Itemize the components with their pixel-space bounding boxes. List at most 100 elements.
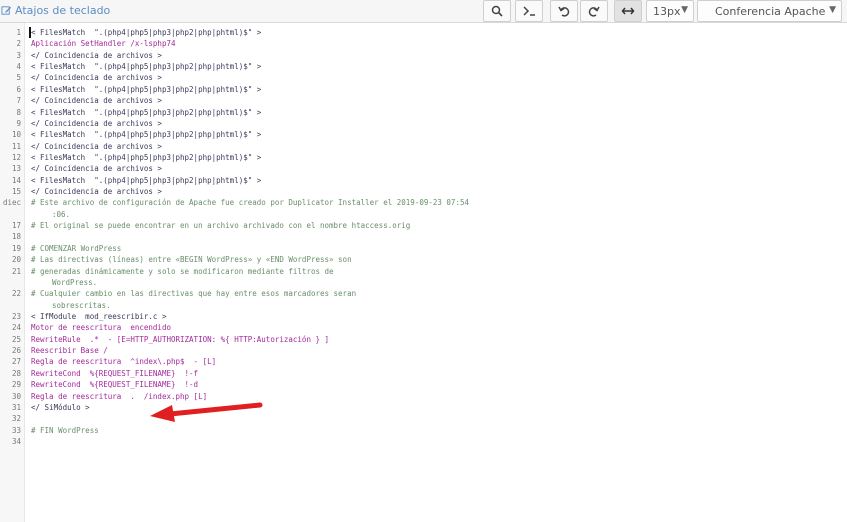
code-lines: 1 < FilesMatch ".(php4|php5|php3|php2|php…	[0, 27, 847, 447]
line-number: 28	[11, 368, 21, 378]
code-line[interactable]: 32	[0, 413, 847, 424]
code-line[interactable]: 14 < FilesMatch ".(php4|php5|php3|php2|ph…	[0, 175, 847, 186]
undo-button[interactable]	[550, 0, 578, 22]
line-number: 15	[11, 187, 21, 197]
goto-line-button[interactable]	[515, 0, 543, 22]
line-text: </ Coincidencia de archivos >	[31, 141, 162, 151]
line-number: 34	[11, 436, 21, 446]
search-button[interactable]	[483, 0, 511, 22]
red-arrow-annotation	[150, 402, 263, 422]
mode-select[interactable]: Conferencia Apache ▼	[697, 0, 842, 22]
code-line[interactable]: 20 # Las directivas (líneas) entre «BEGIN…	[0, 254, 847, 265]
line-text: </ Coincidencia de archivos >	[31, 50, 162, 60]
line-text: :06.	[52, 209, 71, 219]
code-line[interactable]: 27 Regla de reescritura ^index\.php$ - [L…	[0, 356, 847, 367]
line-number: 29	[11, 380, 21, 390]
redo-button[interactable]	[580, 0, 608, 22]
line-number: diec	[3, 198, 22, 208]
code-line[interactable]: :06.	[0, 209, 847, 220]
line-number: 19	[11, 243, 21, 253]
line-text: Motor de reescritura encendido	[31, 323, 171, 333]
code-line[interactable]: 1 < FilesMatch ".(php4|php5|php3|php2|php…	[0, 27, 847, 38]
code-line[interactable]: 4 < FilesMatch ".(php4|php5|php3|php2|php…	[0, 61, 847, 72]
code-line[interactable]: 5 </ Coincidencia de archivos >	[0, 72, 847, 83]
line-text: < FilesMatch ".(php4|php5|php3|php2|php|…	[31, 175, 262, 185]
code-line[interactable]: 26 Reescribir Base /	[0, 345, 847, 356]
line-number: 32	[11, 414, 21, 424]
code-line[interactable]: 22 # Cualquier cambio en las directivas q…	[0, 288, 847, 299]
line-number: 33	[11, 425, 21, 435]
line-number: 23	[11, 311, 21, 321]
wrap-toggle-button[interactable]	[614, 0, 642, 22]
line-number: 17	[11, 221, 21, 231]
line-text: # generadas dinámicamente y solo se modi…	[31, 266, 334, 276]
code-line[interactable]: 2 Aplicación SetHandler /x-lsphp74	[0, 38, 847, 49]
line-number: 14	[11, 175, 21, 185]
code-line[interactable]: 23 < IfModule mod_reescribir.c >	[0, 311, 847, 322]
code-line[interactable]: 17 # El original se puede encontrar en un…	[0, 220, 847, 231]
code-line[interactable]: 18	[0, 231, 847, 242]
line-number: 9	[16, 118, 21, 128]
code-line[interactable]: 12 < FilesMatch ".(php4|php5|php3|php2|ph…	[0, 152, 847, 163]
line-text: RewriteRule .* - [E=HTTP_AUTHORIZATION: …	[31, 334, 330, 344]
line-number: 24	[11, 323, 21, 333]
line-text: < FilesMatch ".(php4|php5|php3|php2|php|…	[31, 84, 262, 94]
line-text: < FilesMatch ".(php4|php5|php3|php2|php|…	[31, 28, 262, 37]
line-text: WordPress.	[52, 277, 98, 287]
code-line[interactable]: 3 </ Coincidencia de archivos >	[0, 50, 847, 61]
line-text: </ Coincidencia de archivos >	[31, 118, 162, 128]
code-line[interactable]: 13 </ Coincidencia de archivos >	[0, 163, 847, 174]
code-line[interactable]: WordPress.	[0, 277, 847, 288]
line-number: 10	[11, 130, 21, 140]
code-line[interactable]: 33 # FIN WordPress	[0, 425, 847, 436]
line-number: 31	[11, 402, 21, 412]
line-number: 12	[11, 152, 21, 162]
code-line[interactable]: 7 </ Coincidencia de archivos >	[0, 95, 847, 106]
line-number: 13	[11, 164, 21, 174]
code-line[interactable]: 9 </ Coincidencia de archivos >	[0, 118, 847, 129]
line-number: 7	[16, 96, 21, 106]
line-number: 3	[16, 50, 21, 60]
line-text: Aplicación SetHandler /x-lsphp74	[31, 39, 176, 49]
line-text: < FilesMatch ".(php4|php5|php3|php2|php|…	[31, 152, 262, 162]
keyboard-shortcuts-link[interactable]: Atajos de teclado	[1, 2, 110, 19]
line-text: < FilesMatch ".(php4|php5|php3|php2|php|…	[31, 62, 262, 72]
line-number: 4	[16, 62, 21, 72]
line-number: 6	[16, 84, 21, 94]
code-line[interactable]: 19 # COMENZAR WordPress	[0, 243, 847, 254]
chevron-down-icon: ▼	[829, 5, 836, 15]
line-number: 25	[11, 334, 21, 344]
code-line[interactable]: 24 Motor de reescritura encendido	[0, 322, 847, 333]
line-text: sobrescritas.	[52, 300, 111, 310]
line-text: # Las directivas (líneas) entre «BEGIN W…	[31, 255, 352, 265]
code-line[interactable]: 34	[0, 436, 847, 447]
redo-icon	[588, 6, 600, 17]
line-text: # Cualquier cambio en las directivas que…	[31, 289, 357, 299]
code-line[interactable]: 6 < FilesMatch ".(php4|php5|php3|php2|php…	[0, 84, 847, 95]
code-line[interactable]: 8 < FilesMatch ".(php4|php5|php3|php2|php…	[0, 107, 847, 118]
code-line[interactable]: 31 </ SiMódulo >	[0, 402, 847, 413]
code-line[interactable]: 10 < FilesMatch ".(php4|php5|php3|php2|ph…	[0, 129, 847, 140]
code-line[interactable]: 29 RewriteCond %{REQUEST_FILENAME} !-d	[0, 379, 847, 390]
code-line[interactable]: sobrescritas.	[0, 300, 847, 311]
line-text: </ Coincidencia de archivos >	[31, 164, 162, 174]
code-line[interactable]: 28 RewriteCond %{REQUEST_FILENAME} !-f	[0, 368, 847, 379]
line-number: 22	[11, 289, 21, 299]
mode-value: Conferencia Apache	[715, 4, 826, 18]
code-line[interactable]: 15 </ Coincidencia de archivos >	[0, 186, 847, 197]
line-number: 1	[16, 28, 21, 37]
code-line[interactable]: 11 </ Coincidencia de archivos >	[0, 141, 847, 152]
line-text: < FilesMatch ".(php4|php5|php3|php2|php|…	[31, 107, 262, 117]
font-size-select[interactable]: 13px ▼	[646, 0, 694, 22]
code-line[interactable]: 30 Regla de reescritura . /index.php [L]	[0, 391, 847, 402]
line-text: </ Coincidencia de archivos >	[31, 187, 162, 197]
code-line[interactable]: 21 # generadas dinámicamente y solo se mo…	[0, 266, 847, 277]
code-line[interactable]: diec # Este archivo de configuración de A…	[0, 197, 847, 208]
line-number: 8	[16, 107, 21, 117]
horizontal-arrows-icon	[621, 7, 635, 15]
code-editor[interactable]: 1 < FilesMatch ".(php4|php5|php3|php2|php…	[0, 23, 847, 522]
keyboard-shortcuts-label: Atajos de teclado	[15, 4, 111, 17]
line-text: # FIN WordPress	[31, 425, 99, 435]
code-line[interactable]: 25 RewriteRule .* - [E=HTTP_AUTHORIZATION…	[0, 334, 847, 345]
line-number: 5	[16, 73, 21, 83]
